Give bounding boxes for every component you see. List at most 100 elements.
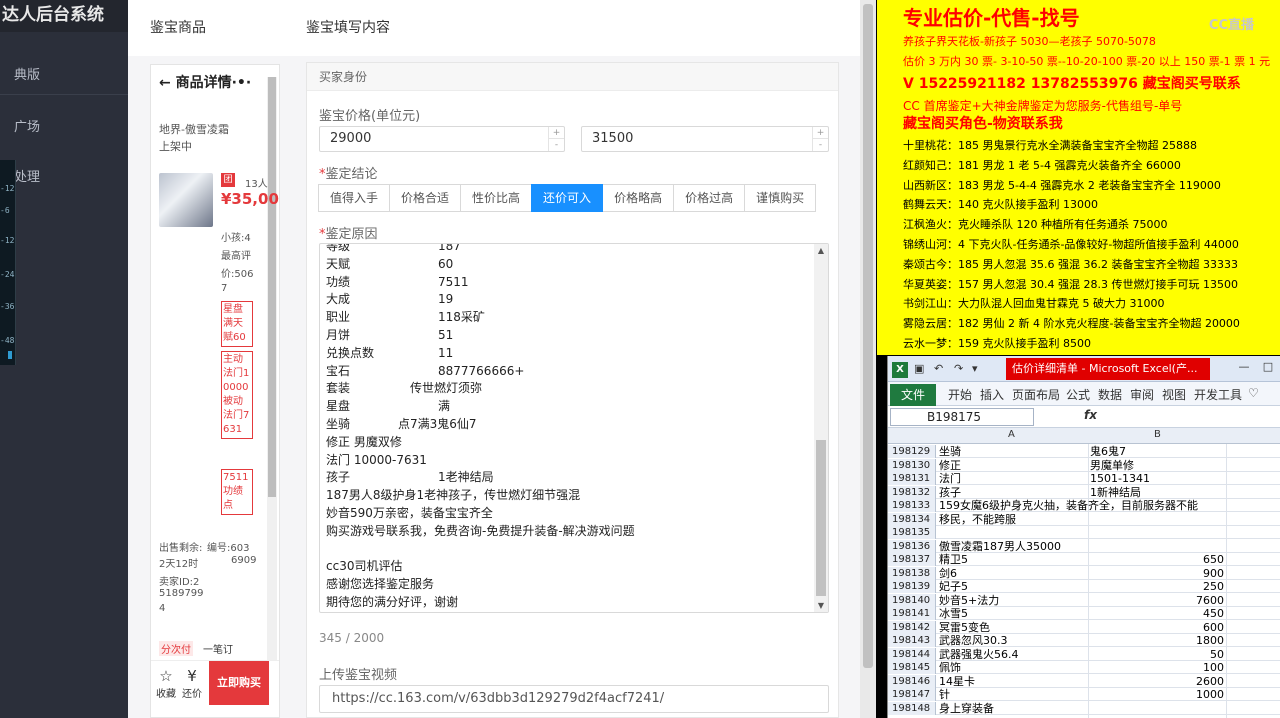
cell-b[interactable]: 男魔单修 xyxy=(1090,459,1224,472)
row-number[interactable]: 198139 xyxy=(888,580,936,594)
cell-a[interactable]: 武器强鬼火56.4 xyxy=(939,648,1089,661)
row-number[interactable]: 198146 xyxy=(888,674,936,688)
textarea-scrollbar[interactable]: ▲ ▼ xyxy=(814,244,828,612)
cell-a[interactable]: 武器忽风30.3 xyxy=(939,634,1089,647)
column-header-b[interactable]: B xyxy=(1154,429,1161,440)
excel-app-icon[interactable]: X xyxy=(892,362,908,378)
sidebar-item-2[interactable]: 广场 xyxy=(0,116,128,135)
cell-b[interactable]: 1501-1341 xyxy=(1090,472,1224,485)
cell-b[interactable]: 250 xyxy=(1090,580,1224,593)
video-url-input[interactable]: https://cc.163.com/v/63dbb3d129279d2f4ac… xyxy=(319,685,829,713)
sidebar-item-1[interactable]: 典版 xyxy=(0,64,128,83)
row-number[interactable]: 198145 xyxy=(888,661,936,675)
redo-icon[interactable]: ↷ xyxy=(954,362,963,375)
sidebar-item-3[interactable]: 处理 xyxy=(0,166,128,185)
price-max-stepper[interactable]: + - xyxy=(812,127,828,151)
scrollbar-thumb[interactable] xyxy=(863,4,873,668)
cell-b[interactable]: 900 xyxy=(1090,567,1224,580)
row-number[interactable]: 198140 xyxy=(888,593,936,607)
cell-b[interactable]: 100 xyxy=(1090,661,1224,674)
cell-b[interactable]: 600 xyxy=(1090,621,1224,634)
cell-b[interactable]: 1000 xyxy=(1090,688,1224,701)
cell-b[interactable]: 7600 xyxy=(1090,594,1224,607)
conclusion-option[interactable]: 价格过高 xyxy=(673,184,746,212)
cell-a[interactable]: 移民，不能跨服 xyxy=(939,513,1089,526)
cell-b[interactable]: 450 xyxy=(1090,607,1224,620)
price-max-input[interactable]: 31500 + - xyxy=(581,126,829,152)
cell-a[interactable]: 159女魔6级护身克火抽，装备齐全，目前服务器不能 xyxy=(939,499,1198,512)
product-detail-header[interactable]: ← 商品详情·•· xyxy=(151,65,279,101)
cell-b[interactable]: 50 xyxy=(1090,648,1224,661)
row-number[interactable]: 198135 xyxy=(888,526,936,540)
cell-b[interactable]: 1新神结局 xyxy=(1090,486,1224,499)
ribbon-collapse-icon[interactable]: ♡ xyxy=(1248,386,1259,400)
page-scrollbar[interactable] xyxy=(860,0,876,718)
scroll-up-icon[interactable]: ▲ xyxy=(814,246,828,255)
cell-a[interactable]: 修正 xyxy=(939,459,1089,472)
column-header-a[interactable]: A xyxy=(1008,429,1015,440)
scrollbar-thumb[interactable] xyxy=(268,77,276,497)
cell-a[interactable]: 妙音5+法力 xyxy=(939,594,1089,607)
row-number[interactable]: 198136 xyxy=(888,539,936,553)
conclusion-option[interactable]: 性价比高 xyxy=(460,184,533,212)
conclusion-option[interactable]: 谨慎购买 xyxy=(744,184,817,212)
ribbon-tab[interactable]: 视图 xyxy=(1162,386,1186,403)
row-number[interactable]: 198129 xyxy=(888,445,936,459)
row-number[interactable]: 198148 xyxy=(888,701,936,715)
cell-a[interactable]: 身上穿装备 xyxy=(939,702,1089,715)
ribbon-tab[interactable]: 插入 xyxy=(980,386,1004,403)
ribbon-tab[interactable]: 公式 xyxy=(1066,386,1090,403)
row-number[interactable]: 198132 xyxy=(888,485,936,499)
row-number[interactable]: 198131 xyxy=(888,472,936,486)
cell-a[interactable]: 坐骑 xyxy=(939,445,1089,458)
row-number[interactable]: 198143 xyxy=(888,634,936,648)
conclusion-option[interactable]: 价格略高 xyxy=(602,184,675,212)
minimize-icon[interactable]: — xyxy=(1236,360,1252,376)
row-number[interactable]: 198144 xyxy=(888,647,936,661)
cell-b[interactable]: 1800 xyxy=(1090,634,1224,647)
price-min-input[interactable]: 29000 + - xyxy=(319,126,565,152)
conclusion-option-selected[interactable]: 还价可入 xyxy=(531,184,604,212)
reason-textarea[interactable]: 等级 187 天赋 60 功绩 7511 大成 19 职业 118采矿 月饼 51 兑换点数 11 宝石 88… xyxy=(319,243,829,613)
row-number[interactable]: 198137 xyxy=(888,553,936,567)
price-min-stepper[interactable]: + - xyxy=(548,127,564,151)
ribbon-tab[interactable]: 审阅 xyxy=(1130,386,1154,403)
file-tab[interactable]: 文件 xyxy=(890,384,936,406)
minus-icon[interactable]: - xyxy=(813,139,828,151)
plus-icon[interactable]: + xyxy=(549,127,564,139)
row-number[interactable]: 198147 xyxy=(888,688,936,702)
scrollbar-thumb[interactable] xyxy=(816,440,826,596)
name-box[interactable]: B198175 xyxy=(890,408,1034,426)
conclusion-option[interactable]: 值得入手 xyxy=(318,184,391,212)
row-number[interactable]: 198138 xyxy=(888,566,936,580)
cell-a[interactable]: 冰雪5 xyxy=(939,607,1089,620)
buy-now-button[interactable]: 立即购买 xyxy=(209,661,269,705)
preview-scrollbar[interactable] xyxy=(267,77,277,717)
row-number[interactable]: 198134 xyxy=(888,512,936,526)
row-number[interactable]: 198141 xyxy=(888,607,936,621)
ribbon-tab[interactable]: 开发工具 xyxy=(1194,386,1242,403)
row-number[interactable]: 198133 xyxy=(888,499,936,513)
scroll-down-icon[interactable]: ▼ xyxy=(814,601,828,610)
cell-a[interactable]: 孩子 xyxy=(939,486,1089,499)
ribbon-tab[interactable]: 开始 xyxy=(948,386,972,403)
bargain-button[interactable]: ¥ 还价 xyxy=(179,667,205,700)
ribbon-tab[interactable]: 数据 xyxy=(1098,386,1122,403)
cell-a[interactable]: 精卫5 xyxy=(939,553,1089,566)
cell-a[interactable]: 针 xyxy=(939,688,1089,701)
cell-a[interactable]: 法门 xyxy=(939,472,1089,485)
ribbon-tab[interactable]: 页面布局 xyxy=(1012,386,1060,403)
plus-icon[interactable]: + xyxy=(813,127,828,139)
function-icon[interactable]: fx xyxy=(1084,408,1097,422)
cell-a[interactable]: 妃子5 xyxy=(939,580,1089,593)
favorite-button[interactable]: ☆ 收藏 xyxy=(153,667,179,700)
maximize-icon[interactable]: □ xyxy=(1260,360,1276,376)
save-icon[interactable]: ▣ xyxy=(914,362,924,375)
undo-icon[interactable]: ↶ xyxy=(934,362,943,375)
cell-b[interactable]: 650 xyxy=(1090,553,1224,566)
cell-a[interactable]: 傲雪凌霜187男人35000 xyxy=(939,540,1089,553)
cell-b[interactable]: 鬼6鬼7 xyxy=(1090,445,1224,458)
cell-b[interactable]: 2600 xyxy=(1090,675,1224,688)
cell-a[interactable]: 佩饰 xyxy=(939,661,1089,674)
conclusion-option[interactable]: 价格合适 xyxy=(389,184,462,212)
